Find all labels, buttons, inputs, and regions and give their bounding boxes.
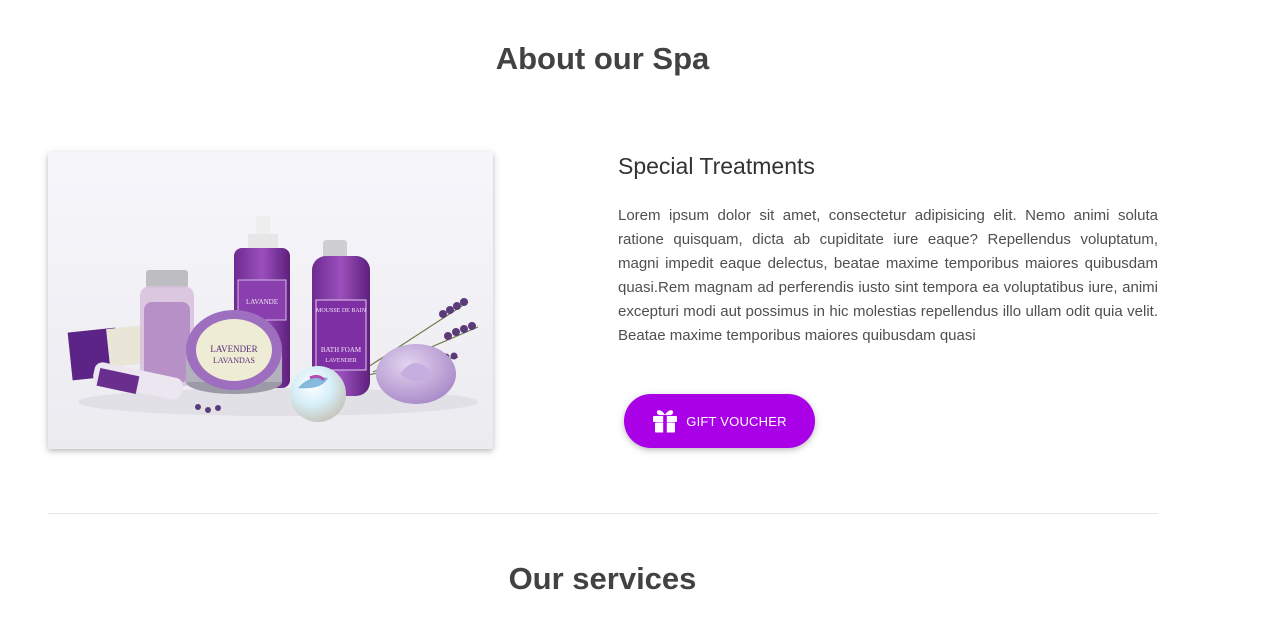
gift-icon — [652, 409, 678, 433]
about-content: Special Treatments Lorem ipsum dolor sit… — [618, 150, 1158, 348]
treatments-description: Lorem ipsum dolor sit amet, consectetur … — [618, 207, 1158, 344]
soap-bottle-label: LAVANDE — [246, 298, 278, 306]
foam-bottle-top-label: MOUSSE DE BAIN — [316, 308, 367, 314]
balm-sub-label: LAVANDAS — [213, 356, 255, 365]
balm-label: LAVENDER — [210, 344, 257, 354]
gift-voucher-button[interactable]: GIFT VOUCHER — [624, 394, 815, 448]
page: About our Spa LAVANDE MOUSSE DE BAIN BAT… — [0, 0, 1275, 633]
gift-voucher-label: GIFT VOUCHER — [686, 413, 787, 429]
about-section-title: About our Spa — [495, 41, 710, 76]
section-divider — [48, 513, 1158, 514]
spa-products-image: LAVANDE MOUSSE DE BAIN BATH FOAM LAVENDE… — [48, 152, 493, 449]
treatments-heading: Special Treatments — [618, 153, 815, 179]
foam-bottle-sub-label: LAVENDER — [325, 358, 357, 364]
foam-bottle-label: BATH FOAM — [321, 346, 362, 354]
services-section-title: Our services — [508, 561, 697, 596]
